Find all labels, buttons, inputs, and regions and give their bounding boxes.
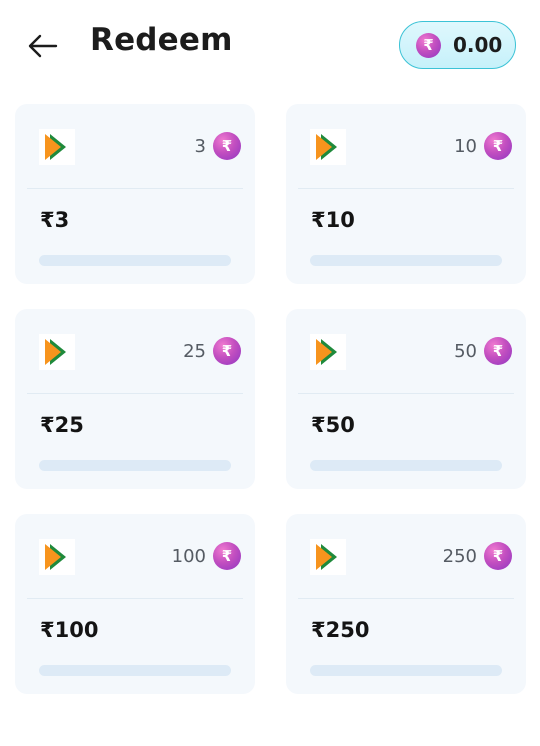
progress-bar [310,255,502,266]
progress-bar [310,460,502,471]
divider [298,188,514,189]
reward-value: ₹250 [311,618,370,642]
coin-cost: 25 ₹ [183,337,241,365]
rupee-coin-icon: ₹ [484,542,512,570]
reward-value: ₹10 [311,208,355,232]
divider [298,598,514,599]
divider [27,188,243,189]
coin-cost: 10 ₹ [454,132,512,160]
balance-amount: 0.00 [453,33,503,57]
coin-cost: 3 ₹ [195,132,241,160]
coin-cost-value: 250 [442,545,477,567]
bhim-upi-logo [310,539,346,575]
back-button[interactable] [24,28,60,64]
progress-bar [39,665,231,676]
rupee-coin-icon: ₹ [213,337,241,365]
redeem-card[interactable]: 50 ₹ ₹50 [286,309,526,489]
coin-cost: 50 ₹ [454,337,512,365]
coin-cost-value: 100 [171,545,206,567]
coin-cost: 250 ₹ [443,542,512,570]
redeem-grid: 3 ₹ ₹3 10 ₹ ₹10 25 ₹ ₹25 50 ₹ ₹50 100 ₹ … [15,104,526,694]
reward-value: ₹100 [40,618,99,642]
progress-bar [310,665,502,676]
redeem-card[interactable]: 250 ₹ ₹250 [286,514,526,694]
coin-cost-value: 10 [454,135,477,157]
arrow-left-icon [28,34,58,58]
redeem-card[interactable]: 3 ₹ ₹3 [15,104,255,284]
rupee-coin-icon: ₹ [213,542,241,570]
divider [27,598,243,599]
header: Redeem ₹ 0.00 [0,0,540,92]
coin-cost-value: 50 [454,340,477,362]
bhim-upi-logo [39,539,75,575]
coin-cost-value: 3 [194,135,206,157]
redeem-card[interactable]: 25 ₹ ₹25 [15,309,255,489]
divider [27,393,243,394]
wallet-balance-button[interactable]: ₹ 0.00 [399,21,516,69]
divider [298,393,514,394]
bhim-upi-logo [39,334,75,370]
reward-value: ₹25 [40,413,84,437]
rupee-coin-icon: ₹ [416,32,441,58]
coin-cost-value: 25 [183,340,206,362]
bhim-upi-logo [310,334,346,370]
rupee-coin-icon: ₹ [484,337,512,365]
reward-value: ₹50 [311,413,355,437]
bhim-upi-logo [310,129,346,165]
page-title: Redeem [90,22,233,58]
reward-value: ₹3 [40,208,70,232]
redeem-card[interactable]: 100 ₹ ₹100 [15,514,255,694]
progress-bar [39,460,231,471]
progress-bar [39,255,231,266]
redeem-card[interactable]: 10 ₹ ₹10 [286,104,526,284]
bhim-upi-logo [39,129,75,165]
coin-cost: 100 ₹ [172,542,241,570]
rupee-coin-icon: ₹ [213,132,241,160]
rupee-coin-icon: ₹ [484,132,512,160]
